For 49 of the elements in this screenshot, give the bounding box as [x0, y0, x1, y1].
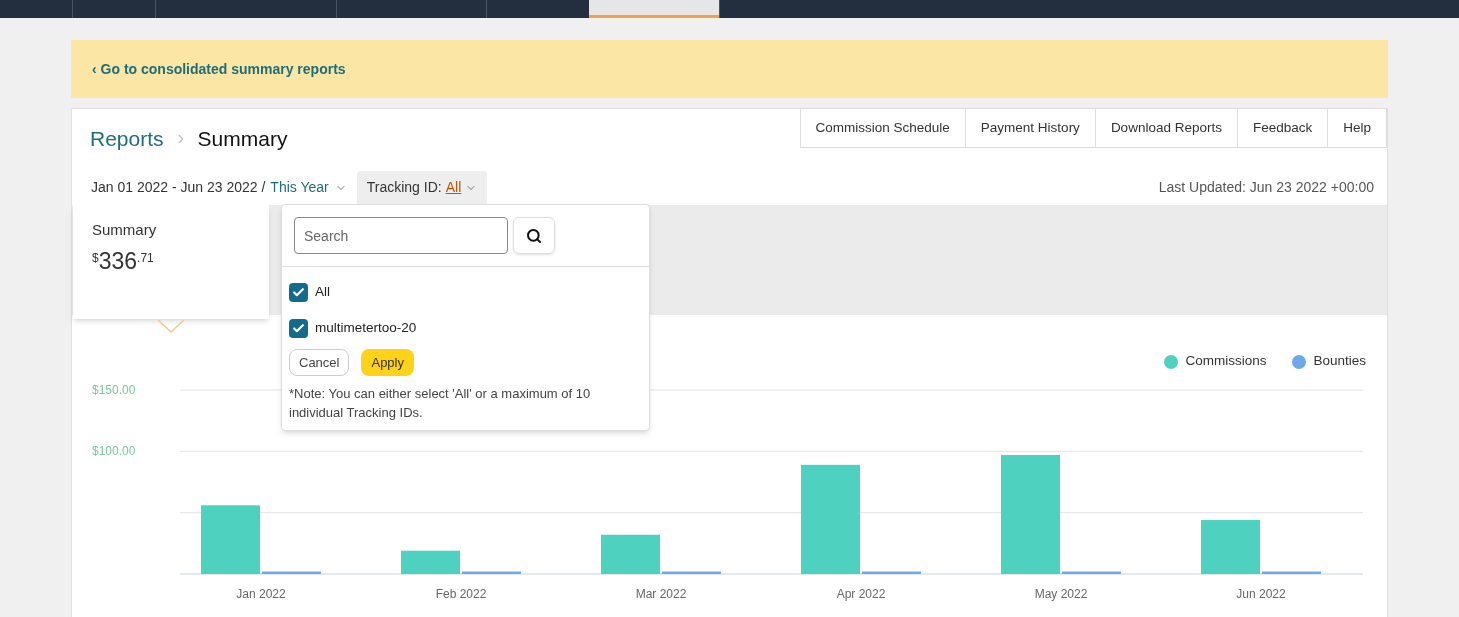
checkbox[interactable]: [289, 318, 308, 338]
tracking-id-dropdown[interactable]: Tracking ID: All: [356, 170, 488, 205]
summary-cents: .71: [137, 250, 154, 267]
tracking-value: All: [445, 178, 462, 197]
date-range: Jan 01 2022 - Jun 23 2022 /: [91, 178, 266, 197]
option-label: multimetertoo-20: [315, 318, 417, 337]
search-icon: [526, 227, 542, 244]
axis-label: Mar 2022: [635, 586, 687, 601]
bar: [201, 504, 260, 574]
bar: [862, 571, 921, 574]
apply-button[interactable]: Apply: [361, 349, 414, 376]
bar: [262, 571, 321, 574]
search-button[interactable]: [513, 217, 555, 254]
breadcrumb-link[interactable]: Reports: [90, 123, 164, 155]
bar: [401, 550, 460, 574]
note-text: *Note: You can either select 'All' or a maximum of 10 individual Tracking IDs.: [289, 385, 592, 422]
last-updated: Last Updated: Jun 23 2022 +00:00: [1158, 178, 1374, 197]
search-field[interactable]: Search: [294, 217, 508, 254]
tracking-label: Tracking ID:: [366, 178, 442, 197]
currency-sign: $: [92, 250, 99, 265]
axis-label: $150.00: [92, 382, 136, 397]
bar: [1062, 571, 1121, 574]
axis-label: Jun 2022: [1236, 586, 1286, 601]
axis-label: $100.00: [92, 443, 136, 458]
summary-amount: 336: [98, 247, 138, 275]
axis-label: Apr 2022: [836, 586, 886, 601]
option-label: All: [315, 282, 330, 301]
axis-label: Jan 2022: [236, 586, 286, 601]
bar: [601, 534, 660, 574]
summary-title: Summary: [92, 219, 158, 240]
axis-label: Feb 2022: [435, 586, 487, 601]
back-link[interactable]: ‹ Go to consolidated summary reports: [92, 58, 346, 80]
check-icon: [292, 285, 305, 299]
bar: [462, 571, 521, 574]
bar: [1262, 571, 1321, 574]
axis-label: May 2022: [1034, 586, 1088, 601]
check-icon: [292, 321, 305, 335]
period-dropdown[interactable]: This Year: [270, 177, 347, 198]
bar: [1201, 519, 1260, 574]
page-title: Summary: [197, 126, 288, 152]
caret-icon: [157, 318, 185, 333]
header-tab[interactable]: Help: [1327, 108, 1387, 148]
bar: [662, 571, 721, 574]
checkbox[interactable]: [289, 282, 308, 302]
legend-label: Bounties: [1313, 352, 1366, 371]
header-tab[interactable]: Commission Schedule: [799, 108, 966, 148]
nav-tab[interactable]: [589, 0, 719, 18]
cancel-button[interactable]: Cancel: [289, 349, 350, 376]
legend-label: Commissions: [1185, 352, 1267, 371]
